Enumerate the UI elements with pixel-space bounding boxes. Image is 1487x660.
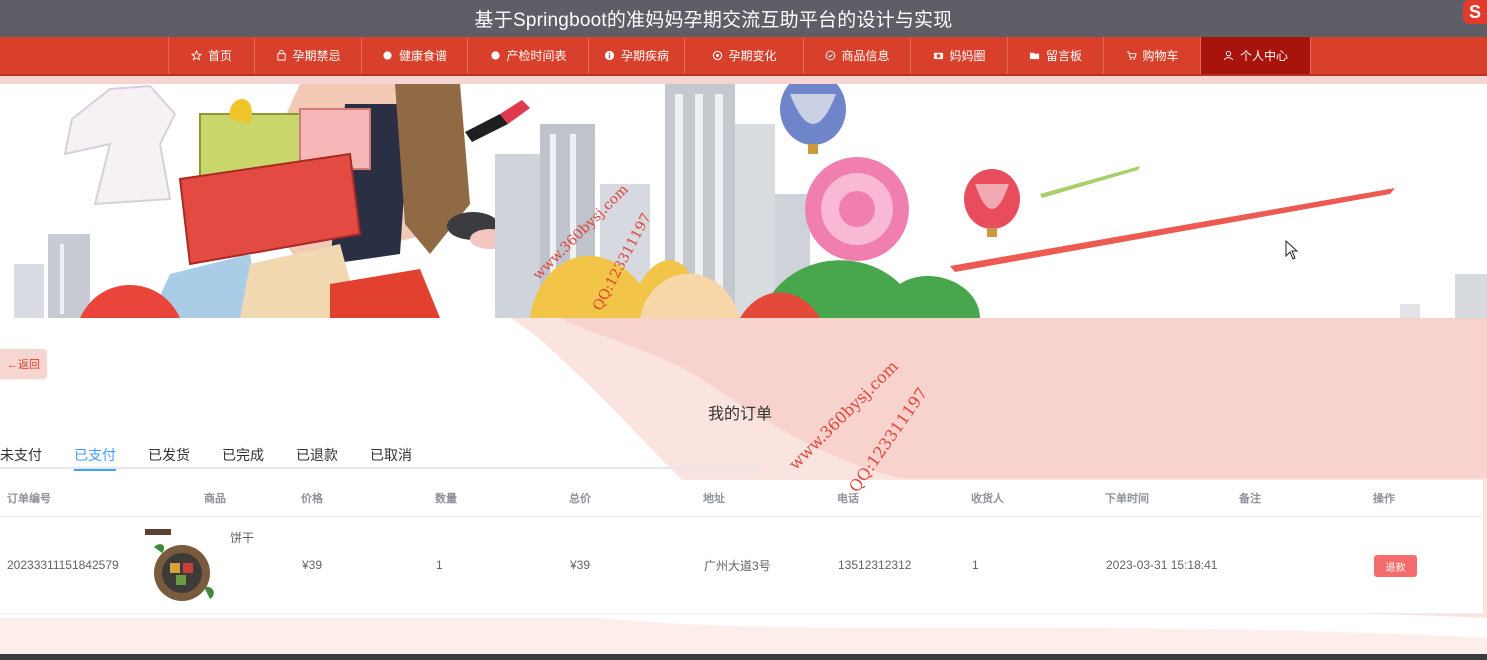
brand-logo: S xyxy=(1463,0,1487,24)
total-price: ¥39 xyxy=(570,558,591,572)
tab-2[interactable]: 已发货 xyxy=(148,440,190,469)
nav-item-label: 产检时间表 xyxy=(506,49,567,63)
table-header: 订单编号 商品 价格 数量 总价 地址 电话 收货人 下单时间 备注 操作 xyxy=(0,480,1483,517)
back-button[interactable]: ←返回 xyxy=(0,349,47,379)
order-status-tabs: 未支付 已支付 已发货 已完成 已退款 已取消 xyxy=(0,440,760,471)
column-header: 商品 xyxy=(204,493,226,505)
nav-item-0[interactable]: 首页 xyxy=(168,37,254,74)
column-header: 总价 xyxy=(569,493,591,505)
nav-item-1[interactable]: 孕期禁忌 xyxy=(254,37,361,74)
order-number: 20233311151842579 xyxy=(7,558,119,572)
tab-5[interactable]: 已取消 xyxy=(370,440,412,469)
nav-items: 首页 孕期禁忌 健康食谱 产检时间表 孕期疾病 孕期变化 商品信息 妈妈圈 留言板 购物车 个人中心 xyxy=(168,37,1311,74)
nav-item-label: 商品信息 xyxy=(841,49,890,63)
nav-item-label: 孕期变化 xyxy=(728,49,777,63)
circle-check-icon xyxy=(824,50,836,62)
column-header: 数量 xyxy=(435,493,457,505)
mouse-cursor-icon xyxy=(1285,240,1299,260)
nav-strip xyxy=(0,76,1487,84)
orders-table: 订单编号 商品 价格 数量 总价 地址 电话 收货人 下单时间 备注 操作 202333111518… xyxy=(0,480,1483,614)
column-header: 操作 xyxy=(1373,493,1395,505)
address: 广州大道3号 xyxy=(704,558,771,573)
nav-item-label: 个人中心 xyxy=(1239,49,1288,63)
nav-item-6[interactable]: 商品信息 xyxy=(803,37,910,74)
tab-1[interactable]: 已支付 xyxy=(74,440,116,471)
nav-item-label: 购物车 xyxy=(1142,49,1179,63)
site-title: 基于Springboot的准妈妈孕期交流互助平台的设计与实现 xyxy=(474,10,953,31)
page-title: 我的订单 xyxy=(707,406,772,423)
bottom-bar xyxy=(0,654,1487,660)
nav-item-label: 孕期疾病 xyxy=(620,49,669,63)
bag-icon xyxy=(275,50,287,62)
tab-4[interactable]: 已退款 xyxy=(296,440,338,469)
nav-item-label: 留言板 xyxy=(1045,49,1082,63)
order-time: 2023-03-31 15:18:41 xyxy=(1106,558,1218,572)
column-header: 收货人 xyxy=(971,493,1004,505)
camera-icon xyxy=(932,50,944,62)
nav-item-label: 首页 xyxy=(207,49,232,63)
nav-item-9[interactable]: 购物车 xyxy=(1103,37,1200,74)
nav-item-2[interactable]: 健康食谱 xyxy=(361,37,467,74)
banner-illustration xyxy=(0,84,1487,318)
main-nav: 首页 孕期禁忌 健康食谱 产检时间表 孕期疾病 孕期变化 商品信息 妈妈圈 留言板 购物车 个人中心 xyxy=(0,37,1487,76)
info-icon xyxy=(604,50,616,62)
tab-0[interactable]: 未支付 xyxy=(0,440,42,469)
column-header: 订单编号 xyxy=(7,493,51,505)
nav-item-label: 妈妈圈 xyxy=(949,49,986,63)
phone: 13512312312 xyxy=(838,558,912,572)
folder-icon xyxy=(1029,50,1041,62)
nav-item-7[interactable]: 妈妈圈 xyxy=(910,37,1007,74)
receiver: 1 xyxy=(972,558,979,572)
price: ¥39 xyxy=(302,558,323,572)
column-header: 备注 xyxy=(1239,493,1261,505)
product-name: 饼干 xyxy=(230,531,255,545)
table-row: 20233311151842579 饼干 ¥39 1 ¥39 广州大道3号 13… xyxy=(0,517,1483,614)
star-icon xyxy=(191,50,203,62)
column-header: 下单时间 xyxy=(1105,493,1149,505)
column-header: 地址 xyxy=(703,493,725,505)
nav-item-label: 孕期禁忌 xyxy=(292,49,341,63)
cart-icon xyxy=(1125,50,1137,62)
nav-item-8[interactable]: 留言板 xyxy=(1007,37,1103,74)
user-icon xyxy=(1223,50,1235,62)
gear-icon xyxy=(711,50,723,62)
banner xyxy=(0,84,1487,318)
nav-item-3[interactable]: 产检时间表 xyxy=(467,37,588,74)
product-image xyxy=(142,527,222,605)
nav-item-4[interactable]: 孕期疾病 xyxy=(588,37,684,74)
column-header: 价格 xyxy=(301,493,323,505)
quantity: 1 xyxy=(436,558,443,572)
nav-item-label: 健康食谱 xyxy=(398,49,447,63)
nav-item-5[interactable]: 孕期变化 xyxy=(684,37,803,74)
circle-icon xyxy=(489,50,501,62)
title-bar: 基于Springboot的准妈妈孕期交流互助平台的设计与实现 S xyxy=(0,0,1487,37)
nav-item-10[interactable]: 个人中心 xyxy=(1200,37,1311,74)
tab-3[interactable]: 已完成 xyxy=(222,440,264,469)
circle-icon xyxy=(382,50,394,62)
refund-button[interactable]: 退款 xyxy=(1374,555,1417,577)
